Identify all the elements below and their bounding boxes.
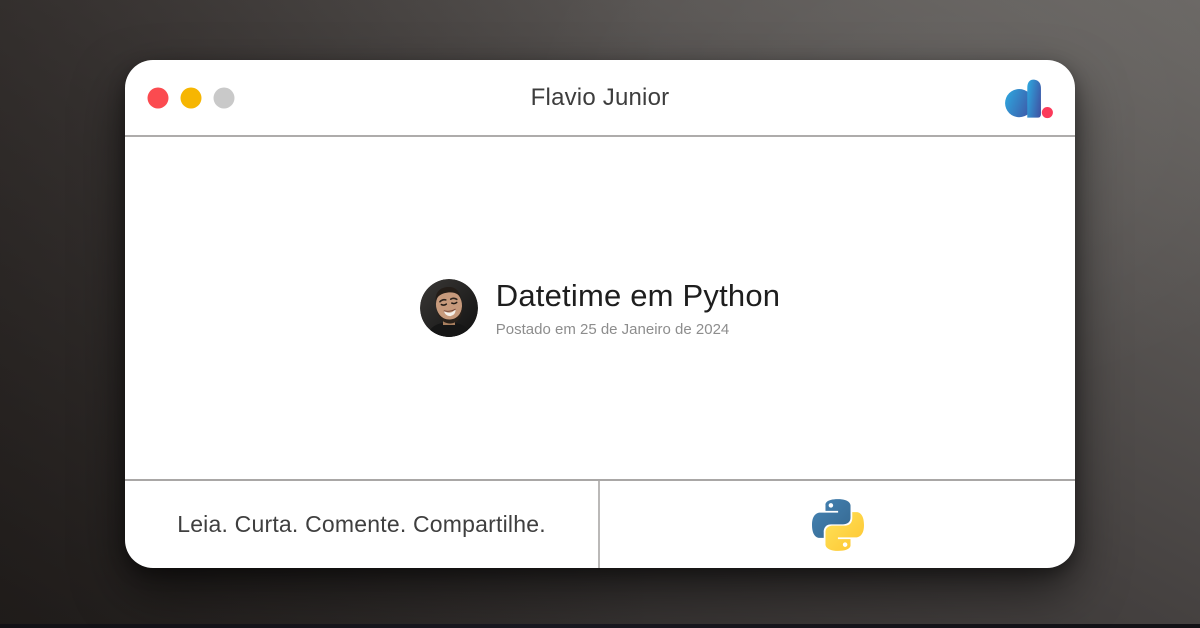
post-date: Postado em 25 de Janeiro de 2024	[495, 321, 730, 338]
minimize-button[interactable]	[180, 87, 202, 108]
post-header: Datetime em Python Postado em 25 de Jane…	[419, 278, 780, 338]
post-content-area: Datetime em Python Postado em 25 de Jane…	[125, 137, 1075, 479]
footer-language-section	[600, 481, 1075, 568]
author-avatar	[419, 279, 478, 337]
footer-tagline: Leia. Curta. Comente. Compartilhe.	[177, 511, 546, 537]
close-button[interactable]	[147, 87, 169, 108]
footer-tagline-section: Leia. Curta. Comente. Compartilhe.	[125, 481, 600, 568]
dio-logo-dot	[1041, 106, 1053, 118]
dio-logo-icon	[1005, 77, 1053, 118]
card-footer: Leia. Curta. Comente. Compartilhe.	[125, 479, 1075, 568]
window-titlebar: Flavio Junior	[125, 60, 1075, 137]
post-text-block: Datetime em Python Postado em 25 de Jane…	[496, 278, 780, 338]
post-title: Datetime em Python	[495, 278, 781, 313]
traffic-lights-icon	[147, 87, 235, 108]
bottom-accent-strip	[0, 624, 1200, 628]
maximize-button[interactable]	[213, 87, 235, 108]
browser-window-card: Flavio Junior Datetime em Python Postado…	[125, 60, 1075, 568]
window-controls	[147, 87, 235, 109]
window-title: Flavio Junior	[530, 83, 670, 111]
python-logo-icon	[811, 498, 864, 551]
